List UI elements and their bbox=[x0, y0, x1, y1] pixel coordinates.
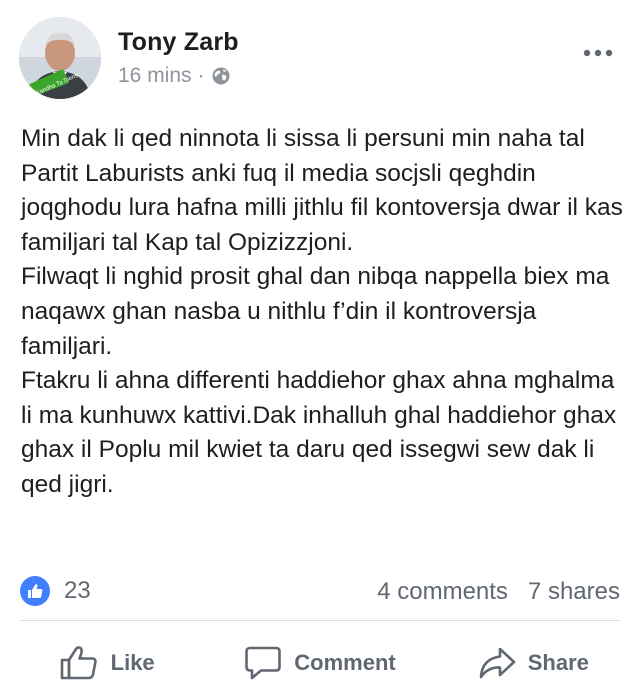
share-button[interactable]: Share bbox=[427, 638, 640, 688]
like-button-label: Like bbox=[110, 650, 155, 675]
comment-button[interactable]: Comment bbox=[213, 638, 426, 688]
divider bbox=[20, 620, 620, 621]
comment-button-label: Comment bbox=[294, 650, 396, 675]
post-paragraph: Ftakru li ahna differenti haddiehor ghax… bbox=[21, 367, 617, 498]
globe-icon bbox=[211, 66, 231, 86]
post-meta: 16 mins · bbox=[118, 64, 231, 88]
reactions-summary[interactable]: 23 bbox=[20, 576, 91, 606]
share-arrow-icon bbox=[478, 645, 516, 681]
post-timestamp[interactable]: 16 mins bbox=[118, 64, 192, 88]
comments-count-link[interactable]: 4 comments bbox=[377, 578, 508, 606]
more-options-icon bbox=[583, 44, 613, 62]
like-button[interactable]: Like bbox=[0, 638, 213, 688]
shares-count-link[interactable]: 7 shares bbox=[528, 578, 620, 606]
post-paragraph: Filwaqt li nghid prosit ghal dan nibqa n… bbox=[21, 263, 610, 360]
avatar-photo: Kandha Ta Siens bbox=[19, 17, 101, 99]
speech-bubble-icon bbox=[244, 645, 282, 681]
engagement-stats: 4 comments 7 shares bbox=[377, 578, 620, 606]
post-text: Min dak li qed ninnota li sissa li persu… bbox=[21, 122, 626, 503]
share-button-label: Share bbox=[527, 650, 589, 675]
avatar[interactable]: Kandha Ta Siens bbox=[19, 17, 101, 99]
facebook-post: Kandha Ta Siens Tony Zarb 16 mins · Min … bbox=[0, 0, 640, 700]
meta-separator: · bbox=[197, 64, 205, 87]
author-name[interactable]: Tony Zarb bbox=[118, 28, 239, 57]
reaction-count: 23 bbox=[64, 577, 91, 604]
post-paragraph: Min dak li qed ninnota li sissa li persu… bbox=[21, 125, 623, 256]
more-options-button[interactable] bbox=[583, 38, 613, 68]
thumbs-up-icon bbox=[59, 645, 99, 681]
action-bar: Like Comment Share bbox=[0, 638, 640, 688]
like-reaction-icon bbox=[20, 576, 50, 606]
